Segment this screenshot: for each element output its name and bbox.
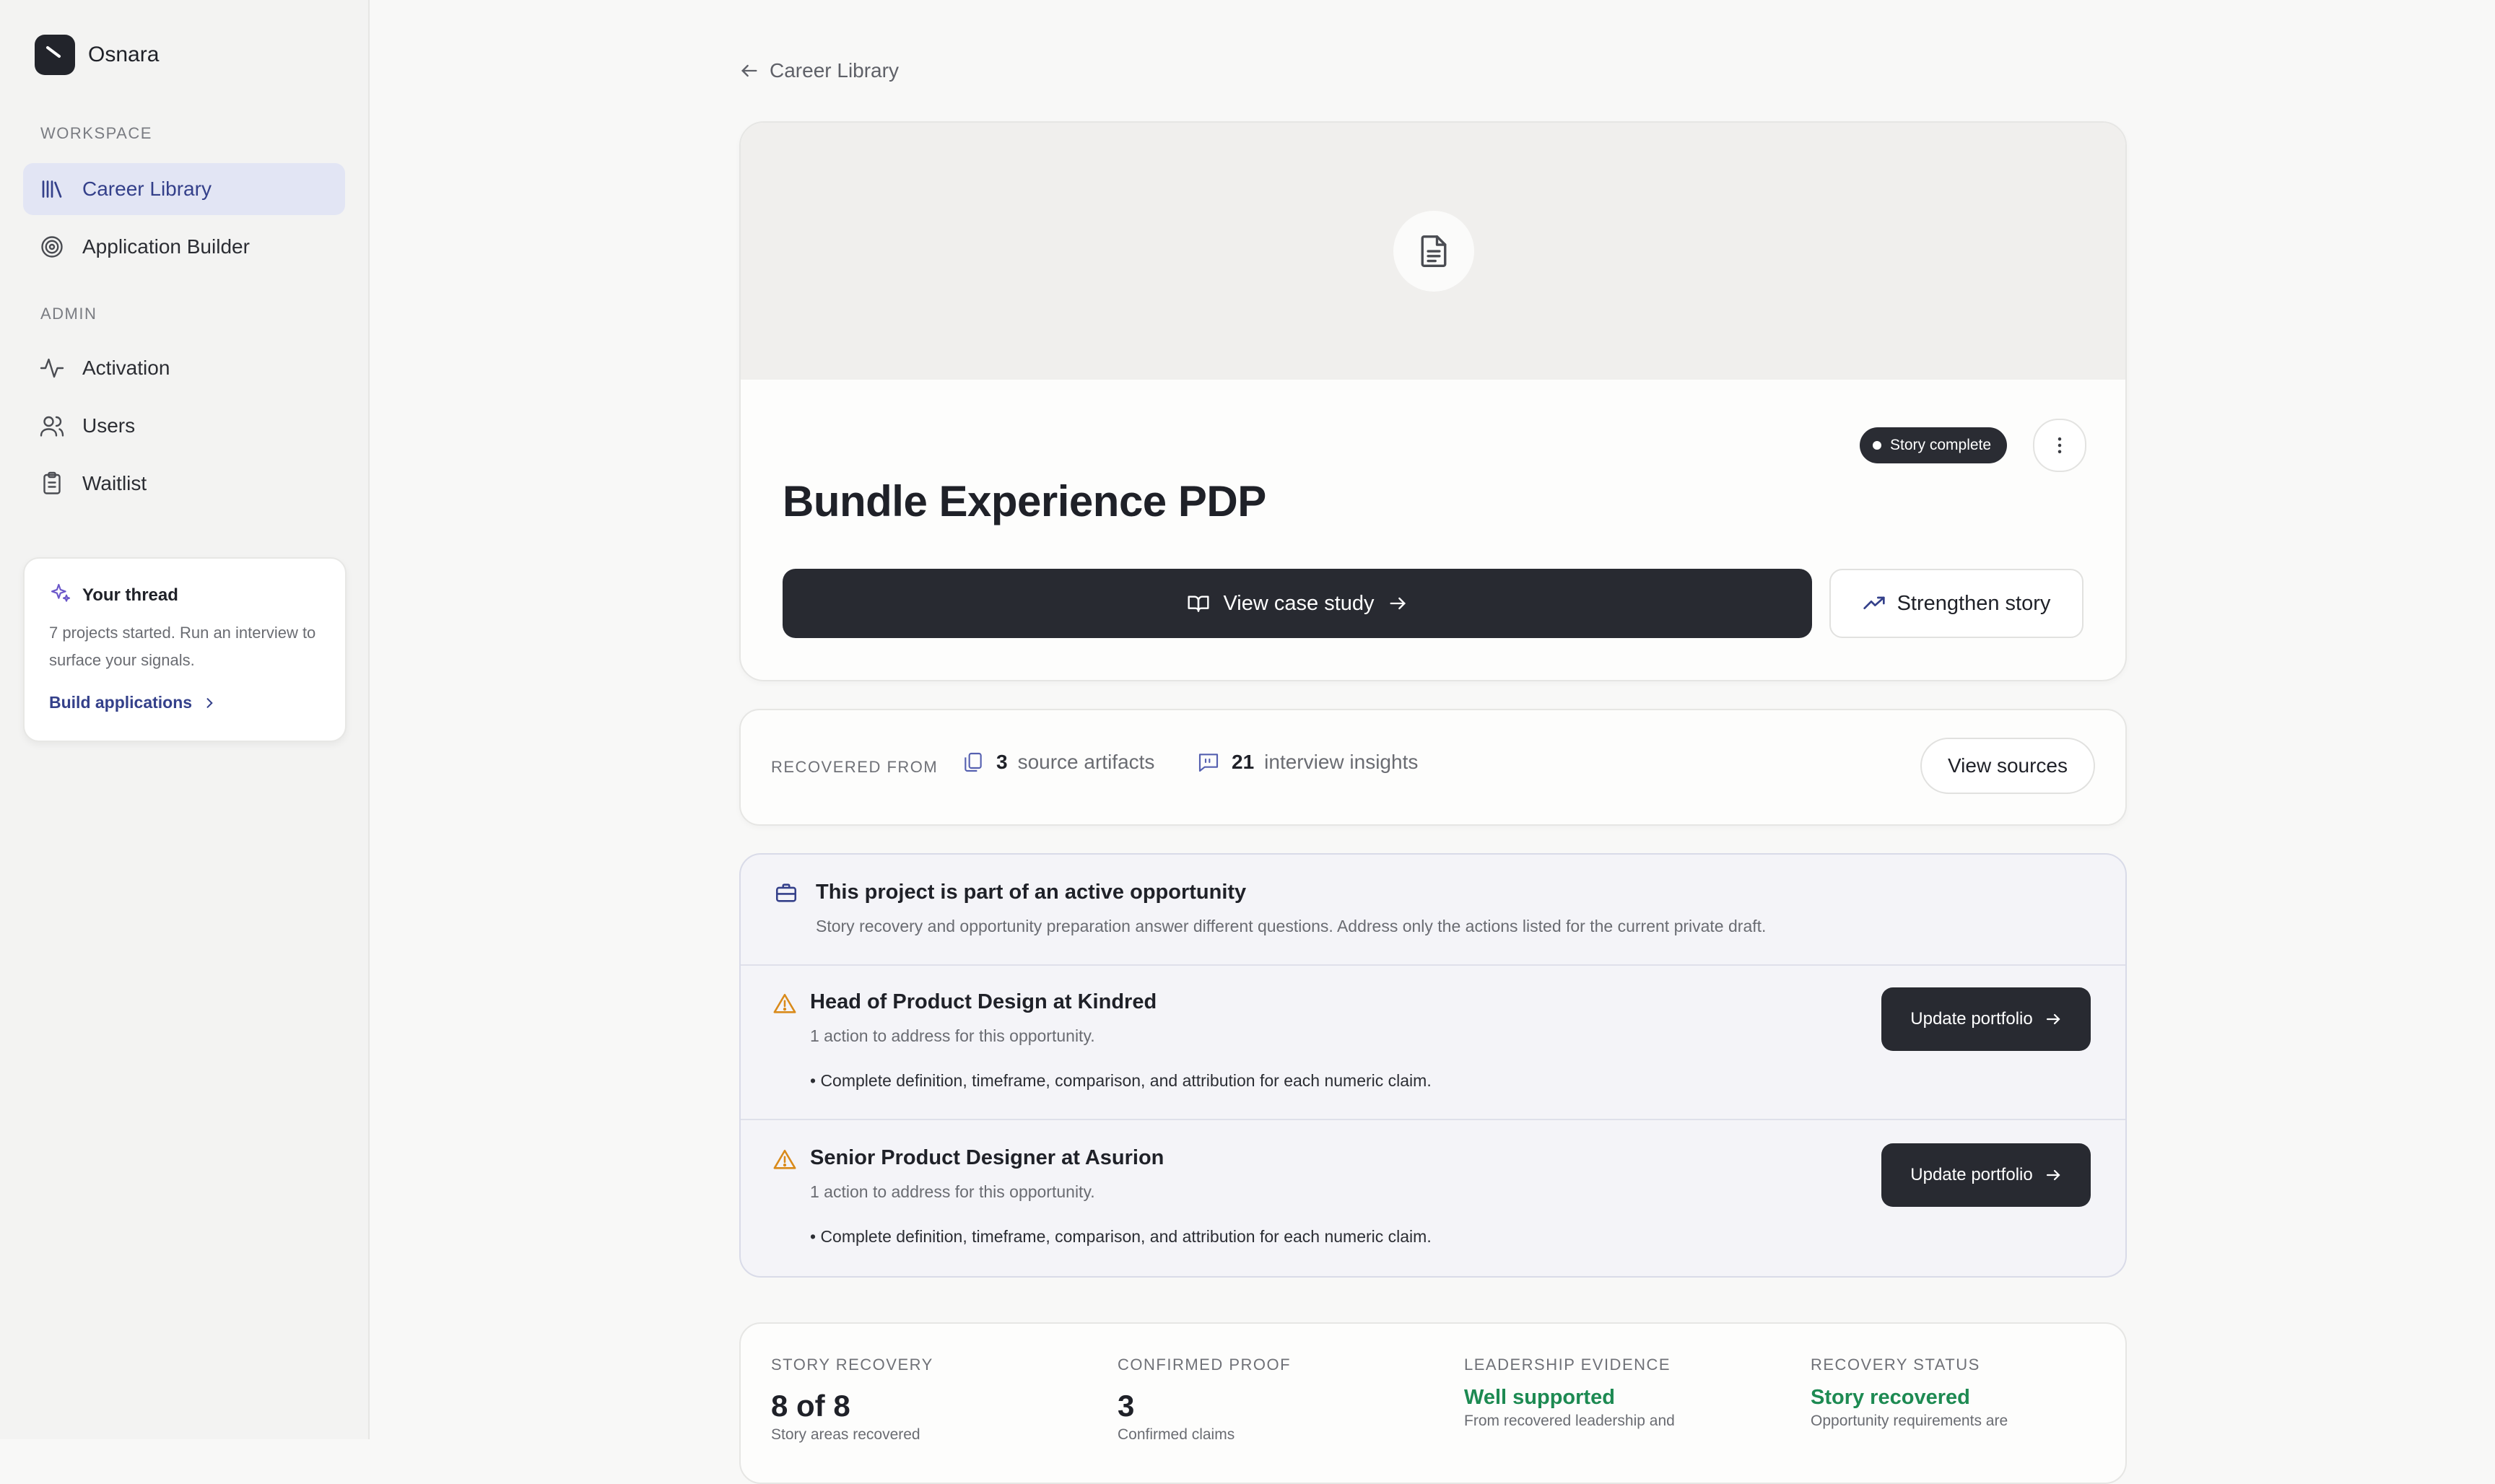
source-artifacts-label: source artifacts: [1017, 751, 1155, 773]
page-title: Bundle Experience PDP: [783, 477, 1266, 525]
clipboard-icon: [38, 469, 66, 498]
quote-message-icon: [1198, 754, 1219, 772]
opportunity-role: Head of Product Design at Kindred: [810, 990, 1157, 1013]
target-icon: [38, 232, 66, 261]
project-hero-card: Story complete Bundle Experience PDP Vie…: [739, 121, 2127, 681]
stat-recovery-status: RECOVERY STATUS Story recovered Opportun…: [1811, 1356, 2128, 1430]
interview-insights-label: interview insights: [1264, 751, 1419, 773]
thread-card-header: Your thread: [49, 582, 178, 608]
section-label-admin: ADMIN: [40, 305, 97, 323]
opportunity-action-item: • Complete definition, timeframe, compar…: [810, 1227, 1432, 1246]
recovered-from-bar: RECOVERED FROM 3 source artifacts 21 int…: [739, 709, 2127, 826]
status-badge: Story complete: [1860, 427, 2008, 463]
section-label-workspace: WORKSPACE: [40, 124, 152, 142]
opportunity-action-item: • Complete definition, timeframe, compar…: [810, 1071, 1432, 1090]
update-portfolio-label: Update portfolio: [1910, 1009, 2033, 1029]
sidebar-item-label: Waitlist: [82, 472, 147, 494]
sidebar-item-waitlist[interactable]: Waitlist: [23, 458, 345, 510]
opportunity-header: This project is part of an active opport…: [741, 855, 2125, 966]
sidebar-item-activation[interactable]: Activation: [23, 342, 345, 394]
opportunity-item: Head of Product Design at Kindred 1 acti…: [741, 964, 2125, 1120]
sidebar-item-label: Users: [82, 414, 136, 437]
sidebar: Osnara WORKSPACE Career Library Applicat…: [0, 0, 370, 1439]
thread-card-title: Your thread: [82, 585, 178, 605]
sidebar-item-career-library[interactable]: Career Library: [23, 163, 345, 215]
opportunity-title: This project is part of an active opport…: [816, 881, 1247, 904]
opportunity-action-count: 1 action to address for this opportunity…: [810, 1026, 1095, 1045]
status-badge-label: Story complete: [1890, 437, 1992, 453]
active-opportunity-panel: This project is part of an active opport…: [739, 853, 2127, 1278]
stat-story-recovery: STORY RECOVERY 8 of 8 Story areas recove…: [771, 1356, 1089, 1444]
thread-card: Your thread 7 projects started. Run an i…: [23, 557, 347, 742]
sidebar-item-label: Application Builder: [82, 235, 250, 258]
stat-subtext: Opportunity requirements are: [1811, 1413, 2008, 1429]
activity-icon: [38, 354, 66, 383]
back-to-career-library-link[interactable]: Career Library: [739, 59, 899, 82]
sidebar-item-application-builder[interactable]: Application Builder: [23, 221, 345, 273]
arrow-right-icon: [2046, 1169, 2060, 1181]
library-icon: [38, 175, 66, 204]
brand[interactable]: Osnara: [35, 35, 159, 75]
arrow-left-icon: [741, 64, 757, 77]
warning-icon: [772, 1148, 797, 1176]
strengthen-story-button[interactable]: Strengthen story: [1829, 569, 2083, 638]
view-case-study-button[interactable]: View case study: [783, 569, 1812, 638]
trending-up-icon: [1863, 596, 1885, 609]
source-artifacts-metric: 3 source artifacts: [962, 751, 1154, 774]
stat-label: RECOVERY STATUS: [1811, 1356, 1980, 1374]
stat-leadership-evidence: LEADERSHIP EVIDENCE Well supported From …: [1464, 1356, 1782, 1430]
thread-card-body: 7 projects started. Run an interview to …: [49, 624, 316, 669]
chevron-right-icon: [206, 697, 213, 708]
more-vertical-icon: [2058, 437, 2062, 453]
sidebar-item-label: Career Library: [82, 178, 212, 200]
arrow-right-icon: [1390, 597, 1406, 610]
story-stats-card: STORY RECOVERY 8 of 8 Story areas recove…: [739, 1322, 2127, 1484]
update-portfolio-label: Update portfolio: [1910, 1165, 2033, 1184]
warning-icon: [772, 992, 797, 1020]
interview-insights-count: 21: [1232, 751, 1255, 773]
users-icon: [38, 411, 66, 440]
stat-subtext: Confirmed claims: [1118, 1426, 1235, 1443]
stat-value: Well supported: [1464, 1386, 1615, 1409]
interview-insights-metric: 21 interview insights: [1197, 751, 1418, 774]
stat-subtext: Story areas recovered: [771, 1426, 920, 1443]
opportunity-description: Story recovery and opportunity preparati…: [816, 917, 1767, 935]
stat-label: STORY RECOVERY: [771, 1356, 933, 1374]
files-icon: [965, 752, 982, 772]
build-applications-link[interactable]: Build applications: [49, 693, 217, 712]
update-portfolio-button[interactable]: Update portfolio: [1881, 1143, 2091, 1207]
recovered-from-label: RECOVERED FROM: [771, 758, 939, 776]
update-portfolio-button[interactable]: Update portfolio: [1881, 987, 2091, 1051]
document-icon: [1393, 211, 1474, 292]
sidebar-item-users[interactable]: Users: [23, 400, 345, 452]
book-open-icon: [1188, 595, 1210, 612]
opportunity-action-count: 1 action to address for this opportunity…: [810, 1182, 1095, 1201]
source-artifacts-count: 3: [996, 751, 1008, 773]
strengthen-story-label: Strengthen story: [1897, 591, 2051, 615]
view-case-study-label: View case study: [1223, 591, 1375, 615]
view-sources-button[interactable]: View sources: [1920, 738, 2095, 794]
sidebar-item-label: Activation: [82, 357, 170, 379]
opportunity-role: Senior Product Designer at Asurion: [810, 1146, 1164, 1169]
more-options-button[interactable]: [2033, 419, 2086, 472]
build-applications-label: Build applications: [49, 693, 193, 712]
status-dot-icon: [1873, 441, 1881, 450]
opportunity-item: Senior Product Designer at Asurion 1 act…: [741, 1120, 2125, 1275]
stat-value: 3: [1118, 1389, 1135, 1423]
stat-subtext: From recovered leadership and: [1464, 1413, 1675, 1429]
brand-name: Osnara: [88, 43, 160, 66]
stat-label: CONFIRMED PROOF: [1118, 1356, 1292, 1374]
stat-label: LEADERSHIP EVIDENCE: [1464, 1356, 1671, 1374]
stat-value: Story recovered: [1811, 1386, 1970, 1409]
stat-confirmed-proof: CONFIRMED PROOF 3 Confirmed claims: [1118, 1356, 1435, 1444]
sparkles-icon: [49, 582, 72, 608]
stat-value: 8 of 8: [771, 1389, 850, 1423]
arrow-right-icon: [2046, 1013, 2060, 1025]
back-link-label: Career Library: [770, 59, 899, 82]
briefcase-icon: [774, 881, 798, 909]
osnara-logo-icon: [35, 35, 75, 75]
